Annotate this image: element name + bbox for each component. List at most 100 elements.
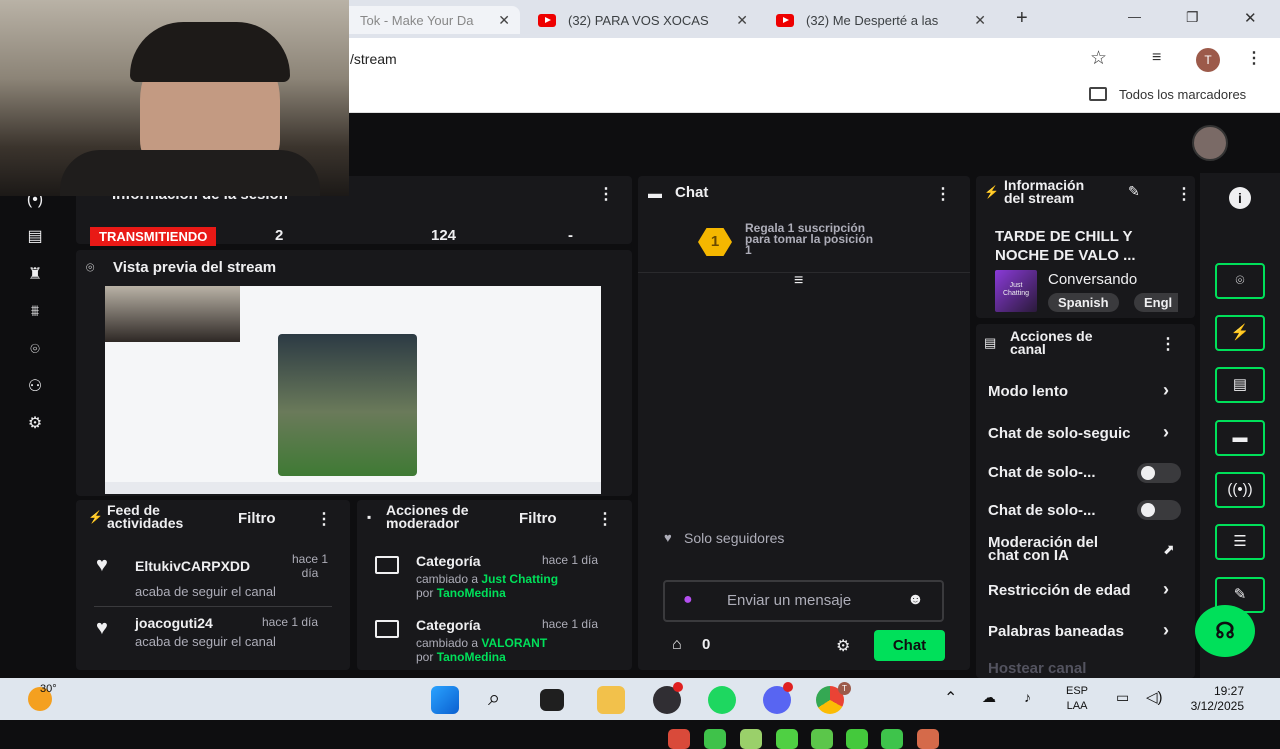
spotify-icon[interactable] <box>708 686 736 714</box>
quick-action-ads-icon[interactable]: ☰ <box>1215 524 1265 560</box>
store-icon[interactable]: ⌂ <box>672 636 682 654</box>
tab-youtube-1[interactable]: (32) PARA VOS XOCAS ✕ <box>528 6 758 34</box>
tag-pill[interactable]: Spanish <box>1048 293 1119 312</box>
banned-words-action[interactable]: Palabras baneadas <box>988 623 1124 640</box>
maximize-button[interactable]: ❐ <box>1186 9 1199 26</box>
file-explorer-icon[interactable] <box>597 686 625 714</box>
chevron-right-icon[interactable]: › <box>1163 380 1169 401</box>
user-link[interactable]: TanoMedina <box>437 650 506 664</box>
category-link[interactable]: Just Chatting <box>481 572 558 586</box>
emote-icon[interactable] <box>704 729 726 749</box>
emote-icon[interactable] <box>776 729 798 749</box>
media-control-icon[interactable]: ≡ <box>1152 49 1161 67</box>
network-icon[interactable]: ▭ <box>1116 689 1129 706</box>
chevron-right-icon[interactable]: › <box>1163 620 1169 641</box>
emote-only-toggle[interactable] <box>1137 500 1181 520</box>
settings-gear-icon[interactable]: ⚙ <box>24 413 46 435</box>
stream-manager-icon[interactable]: ⌾ <box>24 339 46 361</box>
trophy-icon[interactable]: ♜ <box>24 264 46 286</box>
chat-input[interactable]: ● Enviar un mensaje ☻ <box>663 580 944 622</box>
chat-send-button[interactable]: Chat <box>874 630 945 661</box>
panel-menu-icon[interactable]: ⋮ <box>598 184 614 204</box>
info-icon[interactable]: i <box>1229 187 1251 209</box>
analytics-icon[interactable]: ▤ <box>24 226 46 248</box>
tab-close-icon[interactable]: ✕ <box>964 12 986 29</box>
host-channel-action[interactable]: Hostear canal <box>988 660 1086 677</box>
chevron-right-icon[interactable]: › <box>1163 579 1169 600</box>
panel-menu-icon[interactable]: ⋮ <box>935 184 951 204</box>
emote-icon[interactable] <box>917 729 939 749</box>
tab-tiktok[interactable]: Tok - Make Your Da ✕ <box>340 6 520 34</box>
tab-youtube-2[interactable]: (32) Me Desperté a las ✕ <box>766 6 996 34</box>
emote-icon[interactable] <box>811 729 833 749</box>
tab-close-icon[interactable]: ✕ <box>726 12 748 29</box>
panel-title: Acciones de canal <box>1010 329 1092 356</box>
quick-action-chat-icon[interactable]: ▬ <box>1215 420 1265 456</box>
people-icon[interactable]: ⚇ <box>24 376 46 398</box>
activity-user[interactable]: EltukivCARPXDD <box>135 558 250 574</box>
filter-button[interactable]: Filtro <box>519 510 557 527</box>
close-window-button[interactable]: ✕ <box>1244 9 1257 27</box>
panel-menu-icon[interactable]: ⋮ <box>597 509 613 529</box>
profile-avatar[interactable]: T <box>1196 48 1220 72</box>
clock[interactable]: 19:27 3/12/2025 <box>1186 684 1244 714</box>
category-link[interactable]: VALORANT <box>481 636 547 650</box>
microphone-icon[interactable]: ● <box>683 591 693 609</box>
volume-icon[interactable]: ◁) <box>1146 688 1163 706</box>
age-restriction-action[interactable]: Restricción de edad <box>988 582 1131 599</box>
all-bookmarks-label[interactable]: Todos los marcadores <box>1119 87 1246 102</box>
chevron-right-icon[interactable]: › <box>1163 422 1169 443</box>
panel-menu-icon[interactable]: ⋮ <box>316 509 332 529</box>
quick-action-broadcast-icon[interactable]: ((•)) <box>1215 472 1265 508</box>
gift-sub-prompt[interactable]: Regala 1 suscripción para tomar la posici… <box>745 222 873 256</box>
cloud-icon[interactable]: ☁ <box>982 689 996 706</box>
emote-icon[interactable] <box>668 729 690 749</box>
user-link[interactable]: TanoMedina <box>437 586 506 600</box>
minimize-button[interactable]: — <box>1128 9 1141 24</box>
chat-bubble-icon: ▬ <box>648 185 662 201</box>
search-icon[interactable]: ⌕ <box>488 685 500 711</box>
chevron-up-icon[interactable]: ⌃ <box>944 688 957 708</box>
star-icon[interactable]: ☆ <box>1090 47 1107 70</box>
quick-action-clip-icon[interactable]: ⌾ <box>1215 263 1265 299</box>
quick-action-notes-icon[interactable]: ▤ <box>1215 367 1265 403</box>
subs-only-toggle[interactable] <box>1137 463 1181 483</box>
preview-tiktok-video <box>278 334 417 476</box>
tag-pill[interactable]: Engl <box>1134 293 1178 312</box>
category-name[interactable]: Conversando <box>1048 271 1137 288</box>
url-field[interactable]: /stream <box>350 51 397 67</box>
menu-kebab-icon[interactable]: ⋮ <box>1246 48 1262 68</box>
activity-user[interactable]: joacoguti24 <box>135 615 213 631</box>
chat-settings-gear-icon[interactable]: ⚙ <box>836 636 850 656</box>
emote-icon[interactable] <box>846 729 868 749</box>
divider <box>94 606 332 607</box>
panel-menu-icon[interactable]: ⋮ <box>1160 334 1176 354</box>
slow-mode-action[interactable]: Modo lento <box>988 383 1068 400</box>
windows-start-icon[interactable] <box>431 686 459 714</box>
task-view-icon[interactable] <box>540 689 564 711</box>
activity-text: acaba de seguir el canal <box>135 634 276 649</box>
ai-moderation-action[interactable]: Moderación del chat con IA <box>988 535 1098 563</box>
tab-close-icon[interactable]: ✕ <box>488 12 510 29</box>
support-headset-icon[interactable]: ☊ <box>1195 605 1255 657</box>
collapse-icon[interactable]: ≡ <box>794 272 803 290</box>
new-tab-button[interactable]: + <box>1016 7 1028 30</box>
user-avatar[interactable] <box>1192 125 1228 161</box>
emote-picker-icon[interactable]: ☻ <box>907 591 924 609</box>
microphone-icon[interactable]: ♪ <box>1024 689 1031 705</box>
panel-menu-icon[interactable]: ⋮ <box>1176 184 1192 204</box>
followers-only-chat-action[interactable]: Chat de solo-seguic <box>988 425 1138 442</box>
mod-actions-panel: ▪ Acciones de moderador Filtro ⋮ Categorí… <box>357 500 632 670</box>
emote-icon[interactable] <box>881 729 903 749</box>
emote-icon[interactable] <box>740 729 762 749</box>
community-icon[interactable]: ⩩ <box>24 301 46 323</box>
followers-only-label: Solo seguidores <box>684 530 785 546</box>
quick-action-lightning-icon[interactable]: ⚡ <box>1215 315 1265 351</box>
external-link-icon[interactable]: ⬈ <box>1163 541 1175 558</box>
language-indicator[interactable]: ESP LAA <box>1066 684 1088 714</box>
stream-preview-video[interactable] <box>105 286 601 494</box>
mod-action-label: Categoría <box>416 553 481 569</box>
chrome-profile-badge: T <box>838 682 851 695</box>
filter-button[interactable]: Filtro <box>238 510 276 527</box>
edit-pencil-icon[interactable]: ✎ <box>1128 183 1140 200</box>
